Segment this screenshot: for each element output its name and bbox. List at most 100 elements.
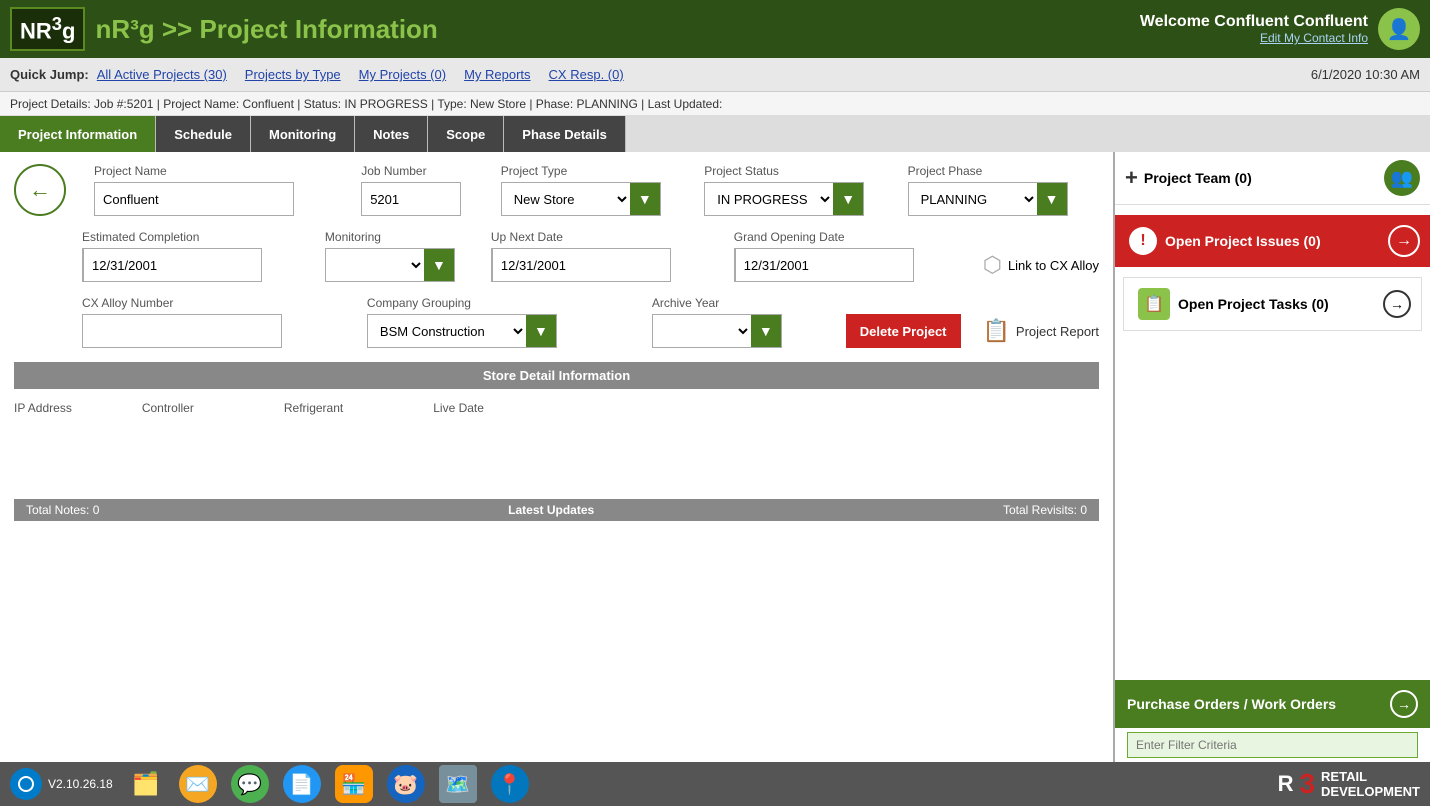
- project-type-dropdown-arrow[interactable]: ▼: [630, 183, 660, 215]
- cx-alloy-number-input[interactable]: [82, 314, 282, 348]
- right-sidebar: + Project Team (0) 👥 ! Open Project Issu…: [1115, 152, 1430, 762]
- tab-bar: Project Information Schedule Monitoring …: [0, 116, 1430, 152]
- tab-monitoring[interactable]: Monitoring: [251, 116, 355, 152]
- taskbar-app-3[interactable]: 💬: [231, 765, 269, 803]
- archive-year-select[interactable]: [653, 315, 751, 347]
- project-team-label: Project Team (0): [1144, 170, 1378, 186]
- back-button[interactable]: ←: [14, 164, 66, 216]
- powo-filter-input[interactable]: [1127, 732, 1418, 758]
- taskbar-logo-icon: [10, 768, 42, 800]
- app-header: NR3g nR³g >> Project Information Welcome…: [0, 0, 1430, 58]
- project-details-bar: Project Details: Job #:5201 | Project Na…: [0, 92, 1430, 116]
- monitoring-dropdown-arrow[interactable]: ▼: [424, 249, 454, 281]
- archive-year-dropdown-arrow[interactable]: ▼: [751, 315, 781, 347]
- taskbar-app-5[interactable]: 🏪: [335, 765, 373, 803]
- nav-datetime: 6/1/2020 10:30 AM: [1311, 67, 1420, 82]
- project-name-label: Project Name: [94, 164, 349, 178]
- footer-info-bar: Total Notes: 0 Latest Updates Total Revi…: [14, 499, 1099, 521]
- taskbar-app-2[interactable]: ✉️: [179, 765, 217, 803]
- alert-icon: !: [1129, 227, 1157, 255]
- taskbar-app-8[interactable]: 📍: [491, 765, 529, 803]
- nav-bar: Quick Jump: All Active Projects (30) Pro…: [0, 58, 1430, 92]
- project-name-input[interactable]: [94, 182, 294, 216]
- open-issues-button[interactable]: ! Open Project Issues (0) →: [1115, 215, 1430, 267]
- project-phase-select[interactable]: PLANNING: [909, 183, 1037, 215]
- nav-all-active[interactable]: All Active Projects (30): [97, 67, 227, 82]
- tab-project-information[interactable]: Project Information: [0, 116, 156, 152]
- estimated-completion-input[interactable]: [83, 248, 262, 282]
- tab-notes[interactable]: Notes: [355, 116, 428, 152]
- estimated-completion-label: Estimated Completion: [82, 230, 313, 244]
- nav-projects-by-type[interactable]: Projects by Type: [245, 67, 341, 82]
- logo-nrg: NR3g: [20, 13, 75, 44]
- project-status-dropdown-arrow[interactable]: ▼: [833, 183, 863, 215]
- project-phase-label: Project Phase: [908, 164, 1099, 178]
- tab-schedule[interactable]: Schedule: [156, 116, 251, 152]
- grand-opening-date-input[interactable]: [735, 248, 914, 282]
- project-type-label: Project Type: [501, 164, 692, 178]
- delete-project-button[interactable]: Delete Project: [846, 314, 961, 348]
- monitoring-select[interactable]: [326, 249, 424, 281]
- cx-alloy-icon: ⬡: [983, 252, 1002, 278]
- project-report-label: Project Report: [1016, 324, 1099, 339]
- r3-logo: R: [1278, 771, 1294, 797]
- up-next-date-input[interactable]: [492, 248, 671, 282]
- quick-jump-label: Quick Jump:: [10, 67, 89, 82]
- taskbar-version: V2.10.26.18: [48, 777, 113, 791]
- cx-alloy-link[interactable]: ⬡ Link to CX Alloy: [983, 248, 1099, 282]
- job-number-input[interactable]: [361, 182, 461, 216]
- project-type-select[interactable]: New Store: [502, 183, 630, 215]
- add-team-member-button[interactable]: +: [1125, 165, 1138, 191]
- controller-label: Controller: [142, 401, 194, 415]
- cx-alloy-label: Link to CX Alloy: [1008, 258, 1099, 273]
- header-title: nR³g >> Project Information: [95, 14, 1139, 45]
- nav-my-reports[interactable]: My Reports: [464, 67, 530, 82]
- nav-my-projects[interactable]: My Projects (0): [359, 67, 446, 82]
- project-report-link[interactable]: 📋 Project Report: [983, 314, 1100, 348]
- total-revisits: Total Revisits: 0: [1003, 503, 1087, 517]
- up-next-date-label: Up Next Date: [491, 230, 722, 244]
- company-grouping-label: Company Grouping: [367, 296, 640, 310]
- project-report-icon: 📋: [983, 318, 1010, 344]
- powo-label: Purchase Orders / Work Orders: [1127, 696, 1390, 712]
- open-tasks-button[interactable]: 📋 Open Project Tasks (0) →: [1123, 277, 1422, 331]
- live-date-label: Live Date: [433, 401, 484, 415]
- tab-phase-details[interactable]: Phase Details: [504, 116, 626, 152]
- retail-dev-label: RETAILDEVELOPMENT: [1321, 769, 1420, 799]
- job-number-label: Job Number: [361, 164, 489, 178]
- project-status-label: Project Status: [704, 164, 895, 178]
- tab-scope[interactable]: Scope: [428, 116, 504, 152]
- company-grouping-dropdown-arrow[interactable]: ▼: [526, 315, 556, 347]
- open-issues-arrow: →: [1388, 225, 1420, 257]
- ip-address-label: IP Address: [14, 401, 72, 415]
- monitoring-label: Monitoring: [325, 230, 479, 244]
- total-notes: Total Notes: 0: [26, 503, 99, 517]
- team-icon: 👥: [1384, 160, 1420, 196]
- sidebar-project-team-header: + Project Team (0) 👥: [1115, 152, 1430, 205]
- project-phase-dropdown-arrow[interactable]: ▼: [1037, 183, 1067, 215]
- powo-arrow: →: [1390, 690, 1418, 718]
- avatar: 👤: [1378, 8, 1420, 50]
- tasks-icon: 📋: [1138, 288, 1170, 320]
- taskbar-app-6[interactable]: 🐷: [387, 765, 425, 803]
- taskbar: V2.10.26.18 🗂️ ✉️ 💬 📄 🏪 🐷 🗺️ 📍 R 3 RETAI…: [0, 762, 1430, 806]
- project-status-select[interactable]: IN PROGRESS: [705, 183, 833, 215]
- company-grouping-select[interactable]: BSM Construction: [368, 315, 526, 347]
- powo-button[interactable]: Purchase Orders / Work Orders →: [1115, 680, 1430, 728]
- archive-year-label: Archive Year: [652, 296, 834, 310]
- store-detail-row: IP Address Controller Refrigerant Live D…: [14, 397, 1099, 419]
- latest-updates: Latest Updates: [508, 503, 594, 517]
- cx-alloy-number-label: CX Alloy Number: [82, 296, 355, 310]
- taskbar-app-1[interactable]: 🗂️: [127, 765, 165, 803]
- refrigerant-label: Refrigerant: [284, 401, 343, 415]
- taskbar-app-4[interactable]: 📄: [283, 765, 321, 803]
- taskbar-right: R 3 RETAILDEVELOPMENT: [1278, 768, 1420, 800]
- header-right: Welcome Confluent Confluent Edit My Cont…: [1140, 13, 1368, 45]
- open-tasks-label: Open Project Tasks (0): [1178, 296, 1375, 312]
- taskbar-app-7[interactable]: 🗺️: [439, 765, 477, 803]
- edit-contact-link[interactable]: Edit My Contact Info: [1140, 31, 1368, 45]
- open-tasks-arrow: →: [1383, 290, 1411, 318]
- content-area: ← Project Name Job Number Project Type N…: [0, 152, 1115, 762]
- nav-cx-resp[interactable]: CX Resp. (0): [549, 67, 624, 82]
- powo-filter-area: [1115, 728, 1430, 762]
